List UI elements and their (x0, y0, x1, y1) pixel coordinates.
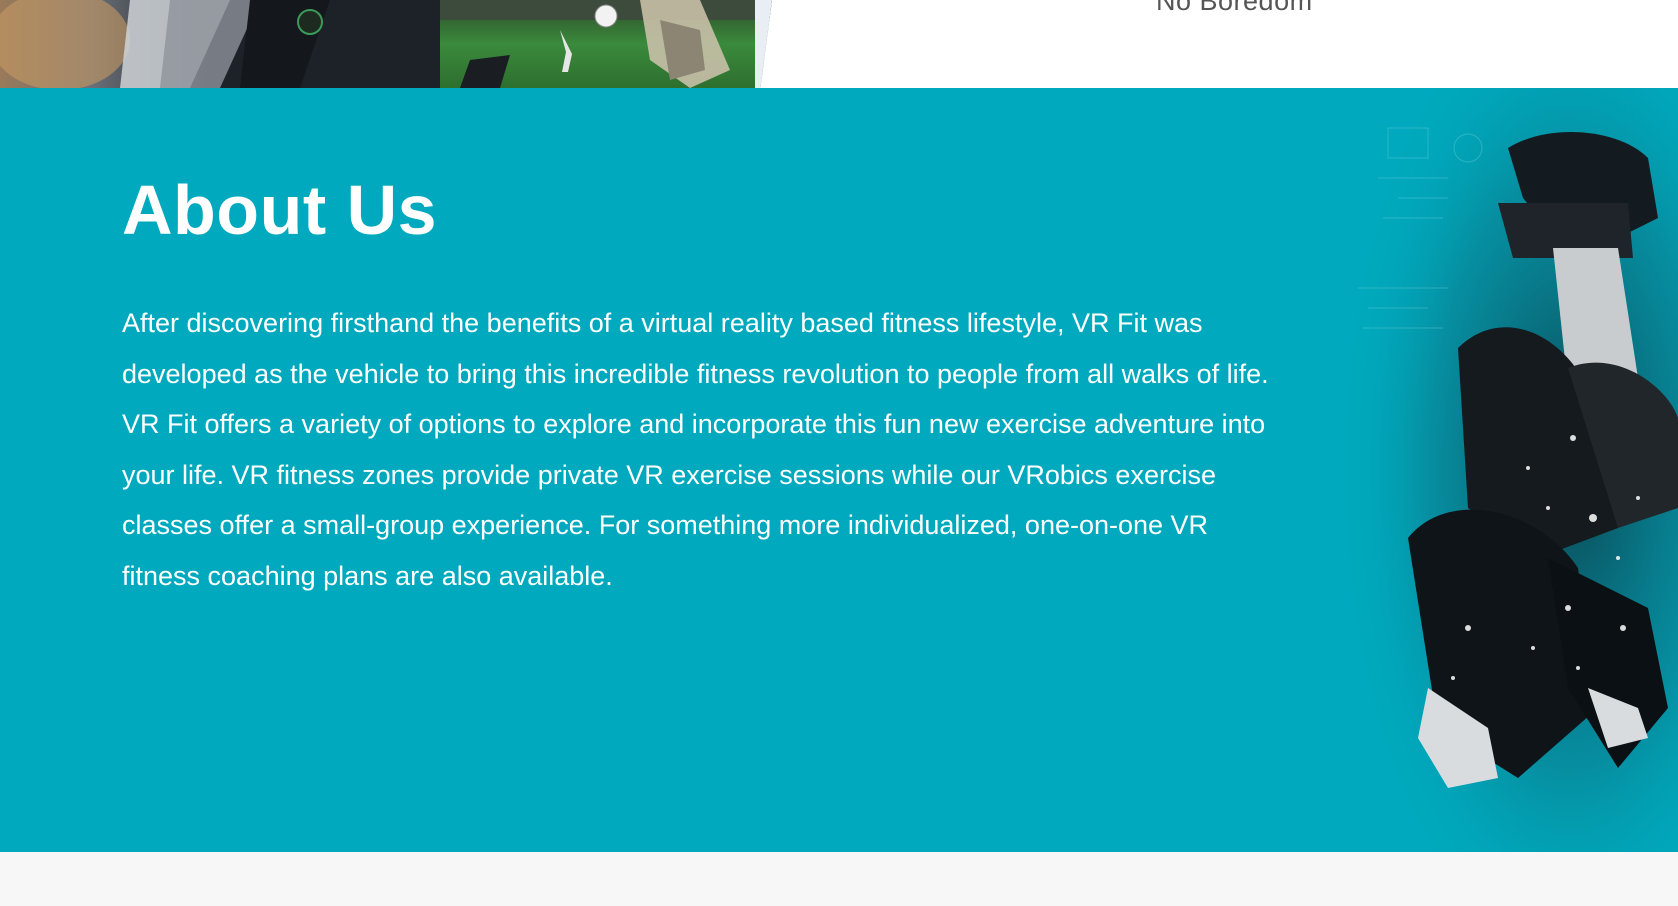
page: No Boredom About Us After discovering fi… (0, 0, 1678, 906)
bottom-strip (0, 852, 1678, 906)
vr-soccer-banner-image (0, 0, 772, 88)
top-caption: No Boredom (1156, 0, 1313, 16)
vr-person-figure-image (1318, 88, 1678, 852)
top-strip: No Boredom (0, 0, 1678, 88)
about-body-text: After discovering firsthand the benefits… (122, 308, 1269, 591)
about-section: About Us After discovering firsthand the… (0, 88, 1678, 852)
about-title: About Us (122, 171, 438, 249)
